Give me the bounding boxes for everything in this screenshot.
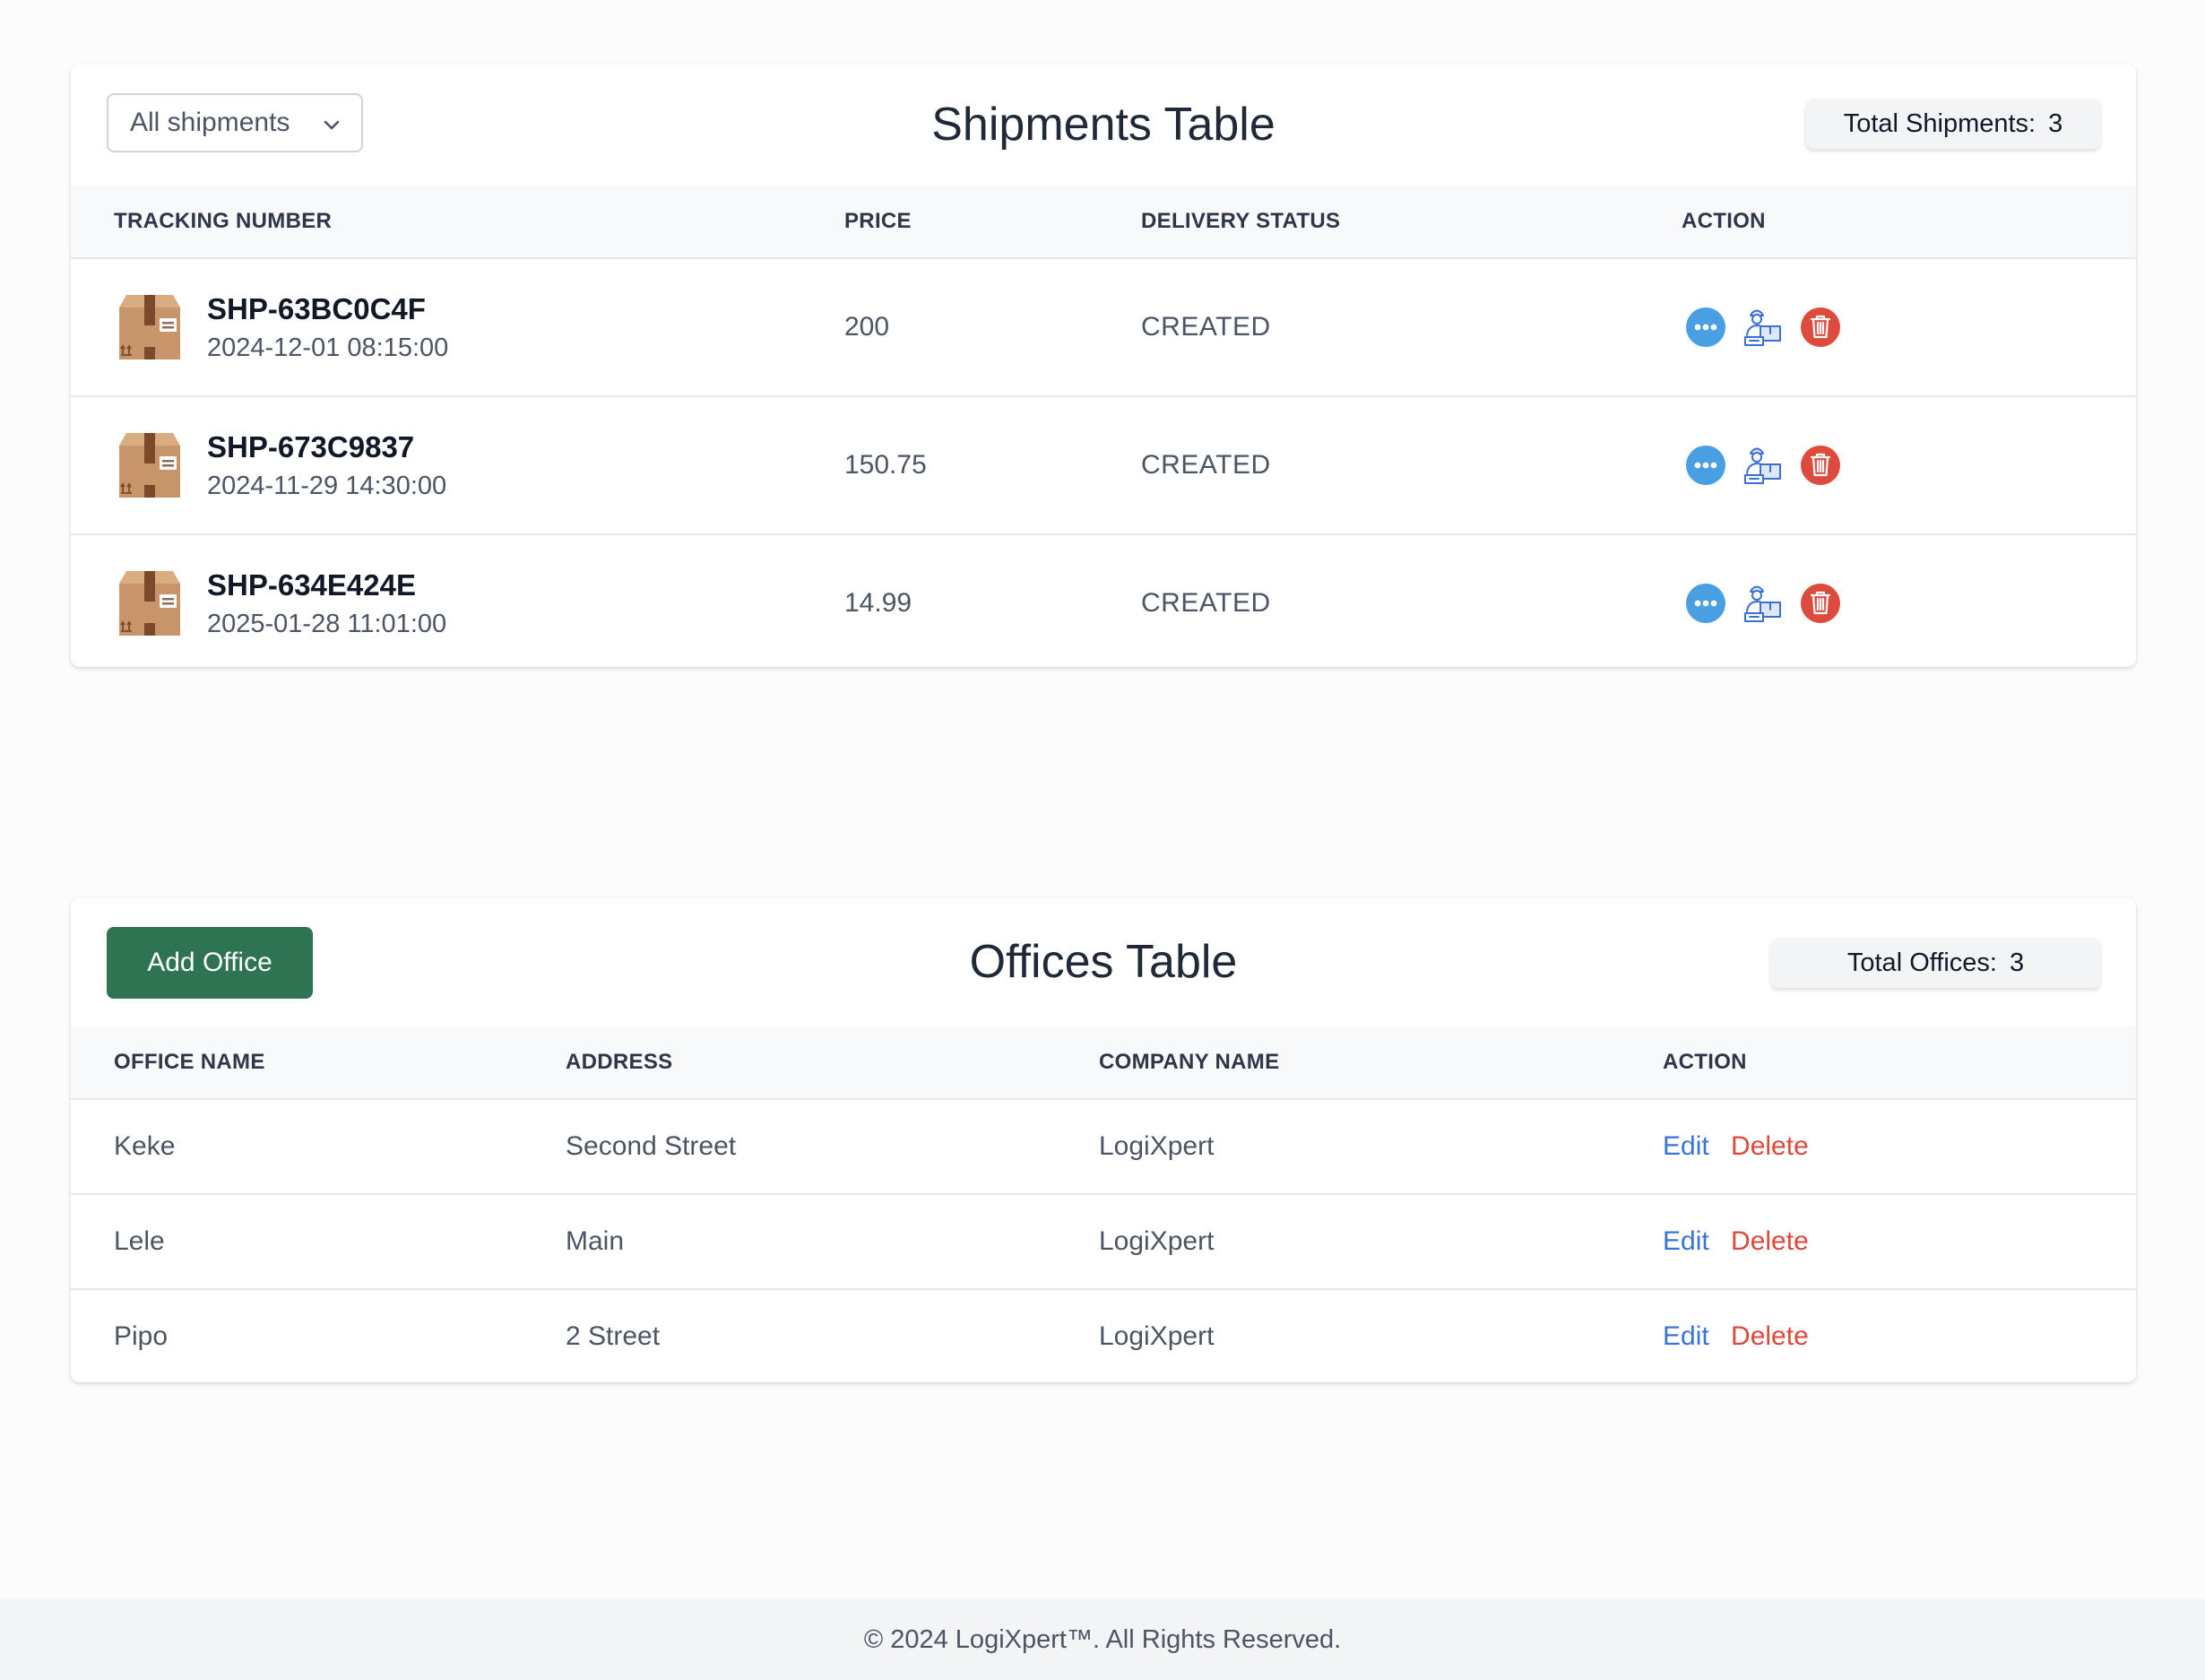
courier-assign-icon[interactable] xyxy=(1742,445,1784,486)
shipments-table-header: TRACKING NUMBER PRICE DELIVERY STATUS AC… xyxy=(71,186,2136,257)
package-box-icon xyxy=(119,571,180,636)
offices-card: Add Office Offices Table Total Offices: … xyxy=(71,898,2136,1382)
shipment-row: SHP-634E424E 2025-01-28 11:01:00 14.99 C… xyxy=(71,533,2136,667)
office-action-cell: Edit Delete xyxy=(1663,1131,2136,1162)
shipment-row: SHP-63BC0C4F 2024-12-01 08:15:00 200 CRE… xyxy=(71,257,2136,395)
office-name: Lele xyxy=(114,1226,165,1256)
offices-table-header: OFFICE NAME ADDRESS COMPANY NAME ACTION xyxy=(71,1026,2136,1098)
office-row: Lele Main LogiXpert Edit Delete xyxy=(71,1193,2136,1288)
tracking-cell: SHP-63BC0C4F 2024-12-01 08:15:00 xyxy=(71,291,844,363)
package-box-icon xyxy=(119,295,180,359)
column-header-price: PRICE xyxy=(844,209,912,233)
office-company: LogiXpert xyxy=(1099,1131,1215,1161)
shipment-date: 2025-01-28 11:01:00 xyxy=(207,609,447,638)
shipment-filter-dropdown[interactable]: All shipments xyxy=(107,93,363,152)
total-offices-badge: Total Offices: 3 xyxy=(1770,938,2101,988)
total-shipments-count: 3 xyxy=(2048,108,2063,138)
tracking-number: SHP-634E424E xyxy=(207,567,416,602)
column-header-office-name: OFFICE NAME xyxy=(114,1050,265,1074)
courier-assign-icon[interactable] xyxy=(1742,583,1784,624)
office-row: Keke Second Street LogiXpert Edit Delete xyxy=(71,1098,2136,1193)
action-cell xyxy=(1682,583,2136,624)
shipment-filter-value: All shipments xyxy=(130,108,290,137)
column-header-action: ACTION xyxy=(1682,209,1766,233)
total-offices-label: Total Offices: xyxy=(1846,948,1997,977)
trash-icon[interactable] xyxy=(1800,307,1841,348)
price-cell: 200 xyxy=(844,312,890,342)
office-name: Keke xyxy=(114,1131,176,1161)
more-options-icon[interactable] xyxy=(1685,307,1726,348)
shipment-date: 2024-12-01 08:15:00 xyxy=(207,333,449,362)
delete-office-link[interactable]: Delete xyxy=(1731,1321,1809,1351)
trash-icon[interactable] xyxy=(1800,583,1841,624)
office-action-cell: Edit Delete xyxy=(1663,1226,2136,1257)
more-options-icon[interactable] xyxy=(1685,583,1726,624)
total-shipments-badge: Total Shipments: 3 xyxy=(1805,99,2101,149)
shipment-date: 2024-11-29 14:30:00 xyxy=(207,471,447,500)
office-address: Main xyxy=(566,1226,625,1256)
delete-office-link[interactable]: Delete xyxy=(1731,1226,1809,1256)
shipment-row: SHP-673C9837 2024-11-29 14:30:00 150.75 … xyxy=(71,395,2136,533)
package-box-icon xyxy=(119,433,180,498)
shipments-card: All shipments Shipments Table Total Ship… xyxy=(71,65,2136,667)
office-row: Pipo 2 Street LogiXpert Edit Delete xyxy=(71,1288,2136,1382)
office-address: Second Street xyxy=(566,1131,737,1161)
delete-office-link[interactable]: Delete xyxy=(1731,1131,1809,1161)
column-header-address: ADDRESS xyxy=(566,1050,673,1074)
tracking-cell: SHP-634E424E 2025-01-28 11:01:00 xyxy=(71,567,844,639)
column-header-tracking: TRACKING NUMBER xyxy=(114,209,333,233)
office-company: LogiXpert xyxy=(1099,1321,1215,1351)
column-header-office-action: ACTION xyxy=(1663,1050,1747,1074)
tracking-cell: SHP-673C9837 2024-11-29 14:30:00 xyxy=(71,429,844,501)
edit-office-link[interactable]: Edit xyxy=(1663,1321,1709,1351)
office-name: Pipo xyxy=(114,1321,169,1351)
office-address: 2 Street xyxy=(566,1321,661,1351)
trash-icon[interactable] xyxy=(1800,445,1841,486)
total-offices-count: 3 xyxy=(2009,948,2025,977)
offices-header: Add Office Offices Table Total Offices: … xyxy=(71,898,2136,1026)
action-cell xyxy=(1682,445,2136,486)
more-options-icon[interactable] xyxy=(1685,445,1726,486)
office-company: LogiXpert xyxy=(1099,1226,1215,1256)
total-shipments-label: Total Shipments: xyxy=(1843,108,2036,138)
column-header-status: DELIVERY STATUS xyxy=(1141,209,1341,233)
delivery-status: CREATED xyxy=(1141,312,1271,342)
edit-office-link[interactable]: Edit xyxy=(1663,1226,1709,1256)
page-footer: © 2024 LogiXpert™. All Rights Reserved. xyxy=(0,1599,2205,1680)
chevron-down-icon xyxy=(324,120,340,130)
courier-assign-icon[interactable] xyxy=(1742,307,1784,348)
footer-copyright: © 2024 LogiXpert™. All Rights Reserved. xyxy=(863,1624,1342,1654)
action-cell xyxy=(1682,307,2136,348)
shipments-header: All shipments Shipments Table Total Ship… xyxy=(71,65,2136,186)
column-header-company: COMPANY NAME xyxy=(1099,1050,1280,1074)
delivery-status: CREATED xyxy=(1141,450,1271,480)
add-office-button[interactable]: Add Office xyxy=(107,927,313,999)
edit-office-link[interactable]: Edit xyxy=(1663,1131,1709,1161)
price-cell: 14.99 xyxy=(844,588,912,618)
office-action-cell: Edit Delete xyxy=(1663,1321,2136,1352)
delivery-status: CREATED xyxy=(1141,588,1271,618)
tracking-number: SHP-63BC0C4F xyxy=(207,291,426,325)
price-cell: 150.75 xyxy=(844,450,927,480)
tracking-number: SHP-673C9837 xyxy=(207,429,415,463)
